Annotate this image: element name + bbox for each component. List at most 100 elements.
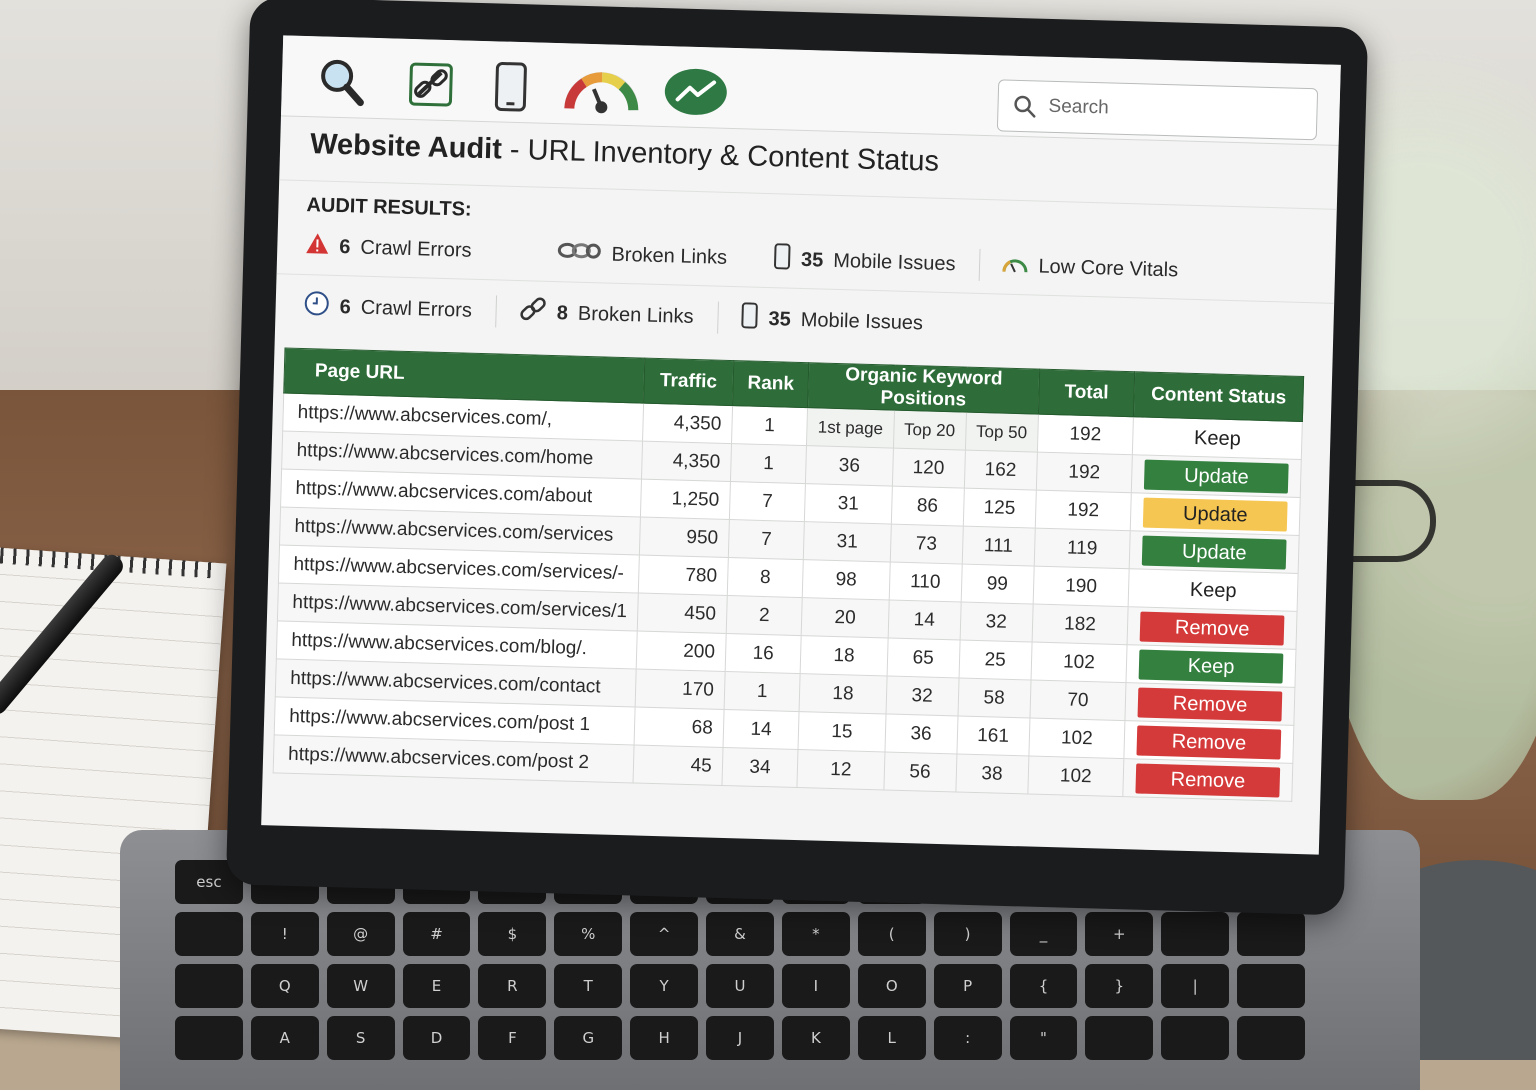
cell-content-status[interactable]: Keep: [1126, 645, 1296, 688]
laptop-screen: Website Audit - URL Inventory & Content …: [261, 35, 1341, 854]
cell-rank: 7: [729, 482, 806, 522]
cell-total: 102: [1028, 756, 1125, 797]
cell-content-status[interactable]: Update: [1132, 455, 1302, 498]
cell-content-status[interactable]: Keep: [1128, 569, 1298, 612]
gauge-icon[interactable]: [561, 59, 643, 119]
cell-rank: 7: [728, 520, 805, 560]
cell-top-50: 125: [963, 488, 1036, 528]
cell-top-20: 73: [890, 524, 963, 564]
column-header-rank[interactable]: Rank: [732, 361, 809, 408]
column-header-traffic[interactable]: Traffic: [643, 358, 733, 405]
cell-rank: 1: [724, 671, 801, 711]
cell-top-20: 36: [885, 714, 958, 754]
keyboard-key: :: [934, 1016, 1002, 1060]
column-header-organic-keyword-positions[interactable]: Organic Keyword Positions: [808, 363, 1039, 414]
keyboard-key: [175, 964, 243, 1008]
status-badge[interactable]: Remove: [1136, 763, 1281, 797]
mobile-icon: [773, 243, 792, 275]
link-icon: [518, 296, 547, 329]
column-header-total[interactable]: Total: [1038, 369, 1135, 417]
keyboard-key: +: [1085, 912, 1153, 956]
cell-1st-page: 98: [803, 560, 890, 600]
cell-content-status[interactable]: Remove: [1125, 683, 1295, 726]
keyboard-key: @: [327, 912, 395, 956]
metric-broken-links[interactable]: Broken Links: [557, 239, 751, 272]
cell-traffic: 68: [634, 707, 724, 747]
metric-broken-links[interactable]: 8Broken Links: [518, 296, 719, 334]
cell-top-50: 38: [955, 754, 1028, 794]
cell-1st-page: 12: [797, 750, 884, 790]
status-badge[interactable]: Update: [1142, 535, 1287, 569]
broken-link-icon[interactable]: [401, 55, 461, 115]
cell-1st-page: 20: [802, 598, 889, 638]
cell-top-50: 111: [962, 526, 1035, 566]
cell-content-status[interactable]: Update: [1129, 531, 1299, 574]
keyboard-key: L: [858, 1016, 926, 1060]
keyboard-key: [1085, 1016, 1153, 1060]
status-badge[interactable]: Remove: [1140, 611, 1285, 645]
cell-top-50: 25: [959, 640, 1032, 680]
cell-total: 182: [1032, 604, 1129, 645]
cell-top-20: 14: [888, 600, 961, 640]
keyboard-key: |: [1161, 964, 1229, 1008]
cell-1st-page: 31: [804, 522, 891, 562]
metric-mobile-issues[interactable]: 35Mobile Issues: [773, 243, 981, 281]
cell-1st-page: 18: [799, 674, 886, 714]
cell-content-status[interactable]: Keep: [1133, 417, 1303, 460]
search-icon: [1012, 94, 1037, 119]
keyboard-key: A: [251, 1016, 319, 1060]
cell-traffic: 200: [636, 631, 726, 671]
cell-top-20: 110: [889, 562, 962, 602]
cell-total: 102: [1031, 642, 1128, 683]
status-badge[interactable]: Keep: [1145, 421, 1290, 455]
status-badge[interactable]: Remove: [1138, 687, 1283, 721]
search-box[interactable]: [997, 79, 1318, 140]
status-badge[interactable]: Update: [1144, 459, 1289, 493]
keyboard-key: (: [858, 912, 926, 956]
mobile-icon[interactable]: [481, 57, 541, 117]
cell-top-50: 99: [961, 564, 1034, 604]
keyboard-key: K: [782, 1016, 850, 1060]
cell-1st-page: 31: [805, 484, 892, 524]
cell-content-status[interactable]: Update: [1130, 493, 1300, 536]
status-badge[interactable]: Keep: [1139, 649, 1284, 683]
audit-metrics-row-1: 6Crawl Errors Broken Links 35Mobile Issu…: [305, 230, 1225, 288]
cell-rank: 34: [722, 747, 799, 787]
search-input[interactable]: [1046, 95, 1291, 126]
keyboard-key: D: [403, 1016, 471, 1060]
metric-mobile-issues[interactable]: 35Mobile Issues: [740, 302, 947, 340]
cell-rank: 2: [726, 595, 803, 635]
cell-total: 190: [1033, 566, 1130, 607]
keyboard-key: J: [706, 1016, 774, 1060]
metric-crawl-errors[interactable]: 6Crawl Errors: [305, 232, 496, 265]
trend-chart-icon[interactable]: [663, 62, 729, 122]
cell-top-50: 162: [964, 450, 1037, 490]
keyboard-key: [1237, 964, 1305, 1008]
keyboard-key: R: [478, 964, 546, 1008]
cell-top-50: 32: [960, 602, 1033, 642]
cell-traffic: 780: [638, 555, 728, 595]
keyboard-key: ": [1010, 1016, 1078, 1060]
column-header-content-status[interactable]: Content Status: [1134, 372, 1304, 422]
subheader-top-50: Top 50: [965, 412, 1038, 452]
keyboard-key: H: [630, 1016, 698, 1060]
cell-content-status[interactable]: Remove: [1127, 607, 1297, 650]
metric-low-core-vitals[interactable]: Low Core Vitals: [1002, 252, 1202, 286]
cell-content-status[interactable]: Remove: [1123, 759, 1293, 802]
cell-content-status[interactable]: Remove: [1124, 721, 1294, 764]
cell-top-20: 65: [887, 638, 960, 678]
keyboard-key: G: [554, 1016, 622, 1060]
cell-1st-page: 36: [806, 446, 893, 486]
cell-traffic: 1,250: [640, 479, 730, 519]
keyboard-key: &: [706, 912, 774, 956]
status-badge[interactable]: Remove: [1137, 725, 1282, 759]
search-magnifier-icon[interactable]: [311, 52, 371, 112]
status-badge[interactable]: Keep: [1141, 573, 1286, 607]
status-badge[interactable]: Update: [1143, 497, 1288, 531]
cell-rank: 1: [731, 406, 808, 446]
warning-icon: [305, 232, 330, 261]
subheader-top-20: Top 20: [893, 410, 966, 450]
keyboard-key: Q: [251, 964, 319, 1008]
keyboard-key: I: [782, 964, 850, 1008]
metric-crawl-errors[interactable]: 6Crawl Errors: [303, 290, 497, 327]
